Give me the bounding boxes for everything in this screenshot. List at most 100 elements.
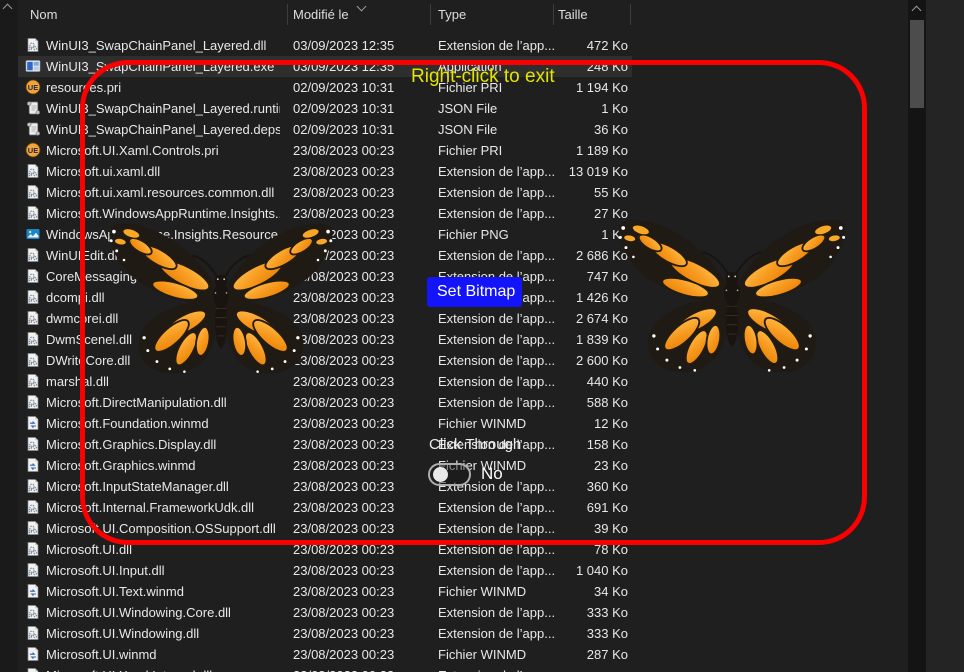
file-modified-date: 03/09/2023 12:35 xyxy=(293,38,395,53)
column-header-modifie[interactable]: Modifié le xyxy=(293,0,349,30)
winmd-file-icon xyxy=(25,415,41,431)
file-size: 472 Ko xyxy=(586,38,628,53)
pri-file-icon: UE xyxy=(25,79,41,95)
column-header-nom[interactable]: Nom xyxy=(30,0,57,30)
file-row[interactable]: Microsoft.UI.Input.dll 23/08/2023 00:23 … xyxy=(18,560,632,581)
file-row[interactable]: Microsoft.UI.dll 23/08/2023 00:23 Extens… xyxy=(18,539,632,560)
file-name: Microsoft.Internal.FrameworkUdk.dll xyxy=(46,500,255,515)
dll-file-icon xyxy=(25,37,41,53)
file-row[interactable]: Microsoft.UI.Windowing.dll 23/08/2023 00… xyxy=(18,623,632,644)
dll-file-icon xyxy=(25,541,41,557)
file-size: 12 Ko xyxy=(594,416,628,431)
file-name: Microsoft.UI.Xaml.Controls.pri xyxy=(46,143,219,158)
file-row[interactable]: Microsoft.DirectManipulation.dll 23/08/2… xyxy=(18,392,632,413)
file-name: Microsoft.ui.xaml.resources.common.dll xyxy=(46,185,275,200)
click-through-label: Click Through xyxy=(429,436,522,453)
file-name: Microsoft.Graphics.Display.dll xyxy=(46,437,217,452)
dll-file-icon xyxy=(25,667,41,672)
file-size: 1 189 Ko xyxy=(575,143,628,158)
butterfly-image-left xyxy=(101,206,341,389)
file-row[interactable]: Microsoft.InputStateManager.dll 23/08/20… xyxy=(18,476,632,497)
window-right-margin xyxy=(926,0,964,672)
sort-indicator-icon xyxy=(356,1,367,12)
column-header-taille[interactable]: Taille xyxy=(558,0,588,30)
column-divider[interactable] xyxy=(430,4,431,25)
file-modified-date: 02/09/2023 10:31 xyxy=(293,80,395,95)
svg-text:UE: UE xyxy=(28,146,38,155)
toggle-knob-icon xyxy=(433,467,448,482)
dll-file-icon xyxy=(25,289,41,305)
scroll-up-icon[interactable] xyxy=(911,5,922,16)
dll-file-icon xyxy=(25,436,41,452)
file-row[interactable]: Microsoft.UI.Xaml.Internal.dll 23/08/202… xyxy=(18,665,632,672)
dll-file-icon xyxy=(25,184,41,200)
dll-file-icon xyxy=(25,394,41,410)
column-header-type[interactable]: Type xyxy=(438,0,466,30)
file-name: Microsoft.Foundation.winmd xyxy=(46,416,209,431)
file-modified-date: 23/08/2023 00:23 xyxy=(293,605,395,620)
file-modified-date: 23/08/2023 00:23 xyxy=(293,584,395,599)
file-row[interactable]: Microsoft.Foundation.winmd 23/08/2023 00… xyxy=(18,413,632,434)
winmd-file-icon xyxy=(25,646,41,662)
nav-scroll-up-icon[interactable] xyxy=(2,3,13,14)
file-row[interactable]: WinUI3_SwapChainPanel_Layered.deps.js...… xyxy=(18,119,632,140)
dll-file-icon xyxy=(25,205,41,221)
file-row[interactable]: Microsoft.Graphics.winmd 23/08/2023 00:2… xyxy=(18,455,632,476)
toggle-value-label: No xyxy=(481,464,503,483)
file-modified-date: 02/09/2023 10:31 xyxy=(293,122,395,137)
file-row[interactable]: WinUI3_SwapChainPanel_Layered.dll 03/09/… xyxy=(18,35,632,56)
file-modified-date: 23/08/2023 00:23 xyxy=(293,521,395,536)
file-name: Microsoft.UI.Windowing.dll xyxy=(46,626,200,641)
file-row[interactable]: Microsoft.Internal.FrameworkUdk.dll 23/0… xyxy=(18,497,632,518)
dll-file-icon xyxy=(25,163,41,179)
dll-file-icon xyxy=(25,520,41,536)
file-row[interactable]: Microsoft.UI.winmd 23/08/2023 00:23 Fich… xyxy=(18,644,632,665)
dll-file-icon xyxy=(25,373,41,389)
file-name: Microsoft.UI.Input.dll xyxy=(46,563,165,578)
file-row[interactable]: Microsoft.UI.Windowing.Core.dll 23/08/20… xyxy=(18,602,632,623)
file-name: Microsoft.UI.dll xyxy=(46,542,132,557)
column-divider[interactable] xyxy=(553,4,554,25)
file-name: Microsoft.UI.Xaml.Internal.dll xyxy=(46,665,280,672)
exit-hint-label: Right-click to exit xyxy=(411,66,555,87)
file-explorer-window: Nom Modifié le Type Taille WinUI3_SwapCh… xyxy=(0,0,964,672)
exe-file-icon xyxy=(25,58,41,74)
file-row[interactable]: Microsoft.Graphics.Display.dll 23/08/202… xyxy=(18,434,632,455)
json-file-icon xyxy=(25,121,41,137)
file-size: 23 Ko xyxy=(594,458,628,473)
file-row[interactable]: WinUI3_SwapChainPanel_Layered.runtim... … xyxy=(18,98,632,119)
file-modified-date: 23/08/2023 00:23 xyxy=(293,458,395,473)
column-divider[interactable] xyxy=(287,4,288,25)
pri-file-icon: UE xyxy=(25,142,41,158)
winmd-file-icon xyxy=(25,583,41,599)
file-name: WinUI3_SwapChainPanel_Layered.deps.js... xyxy=(46,122,280,137)
file-modified-date: 23/08/2023 00:23 xyxy=(293,563,395,578)
column-header-row: Nom Modifié le Type Taille xyxy=(18,0,908,30)
click-through-toggle[interactable] xyxy=(428,463,471,486)
dll-file-icon xyxy=(25,562,41,578)
file-name: resources.pri xyxy=(46,80,122,95)
file-size: 1 Ko xyxy=(601,101,628,116)
nav-pane-scroll-strip xyxy=(0,0,18,672)
dll-file-icon xyxy=(25,310,41,326)
file-size: 78 Ko xyxy=(594,542,628,557)
scrollbar-thumb[interactable] xyxy=(910,20,924,108)
column-divider[interactable] xyxy=(630,4,631,25)
file-row[interactable]: Microsoft.UI.Composition.OSSupport.dll 2… xyxy=(18,518,632,539)
file-size: 333 Ko xyxy=(586,605,628,620)
file-row[interactable]: Microsoft.UI.Text.winmd 23/08/2023 00:23… xyxy=(18,581,632,602)
file-modified-date: 03/09/2023 12:35 xyxy=(293,59,395,74)
file-row[interactable]: UE Microsoft.UI.Xaml.Controls.pri 23/08/… xyxy=(18,140,632,161)
file-row[interactable]: Microsoft.ui.xaml.dll 23/08/2023 00:23 E… xyxy=(18,161,632,182)
dll-file-icon xyxy=(25,478,41,494)
json-file-icon xyxy=(25,100,41,116)
file-name: Microsoft.UI.winmd xyxy=(46,647,157,662)
file-modified-date: 23/08/2023 00:23 xyxy=(293,143,395,158)
file-name: Microsoft.UI.Windowing.Core.dll xyxy=(46,605,231,620)
dll-file-icon xyxy=(25,247,41,263)
file-size: 287 Ko xyxy=(586,647,628,662)
file-row[interactable]: Microsoft.ui.xaml.resources.common.dll 2… xyxy=(18,182,632,203)
vertical-scrollbar[interactable] xyxy=(908,0,926,672)
file-size: 1 040 Ko xyxy=(575,563,628,578)
set-bitmap-button[interactable]: Set Bitmap xyxy=(427,277,522,307)
